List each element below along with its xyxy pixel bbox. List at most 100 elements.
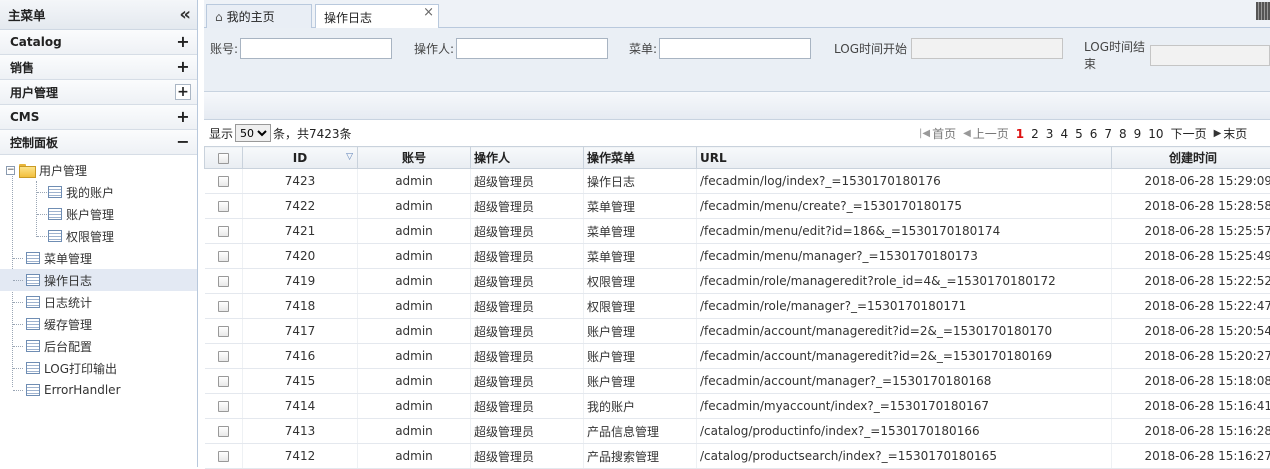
column-header-account[interactable]: 账号 [358,147,471,169]
grip-icon[interactable] [1256,2,1270,20]
column-header-id[interactable]: ID▽ [243,147,358,169]
column-header-created[interactable]: 创建时间 [1112,147,1270,169]
row-checkbox[interactable] [218,201,229,212]
column-header-operator[interactable]: 操作人 [471,147,584,169]
select-all-checkbox[interactable] [218,153,229,164]
account-input[interactable] [240,38,392,59]
row-checkbox[interactable] [218,251,229,262]
sort-desc-icon[interactable]: ▽ [346,152,353,162]
table-row[interactable]: 7419admin超级管理员权限管理/fecadmin/role/manager… [205,269,1270,294]
section-user-management[interactable]: 用户管理 + [0,80,197,105]
tree-item-label: LOG打印输出 [44,360,117,377]
page-icon [26,252,40,264]
page-size-select[interactable]: 50 [235,124,271,142]
cell-url: /fecadmin/account/manageredit?id=2&_=153… [697,319,1112,344]
log-end-input[interactable] [1150,45,1270,66]
row-checkbox[interactable] [218,401,229,412]
row-checkbox[interactable] [218,426,229,437]
section-cms[interactable]: CMS + [0,105,197,130]
section-control-panel[interactable]: 控制面板 − [0,130,197,155]
close-tab-icon[interactable]: × [423,5,434,20]
row-checkbox[interactable] [218,326,229,337]
tree-branch [37,192,47,193]
column-header-menu[interactable]: 操作菜单 [584,147,697,169]
tree-item-log-statistics[interactable]: 日志统计 [0,291,197,313]
tree-item-log-print[interactable]: LOG打印输出 [0,357,197,379]
expand-icon[interactable]: + [175,84,191,100]
table-row[interactable]: 7423admin超级管理员操作日志/fecadmin/log/index?_=… [205,169,1270,194]
tree-item-operation-log[interactable]: 操作日志 [0,269,197,291]
menu-input[interactable] [659,38,811,59]
page-icon [48,230,62,242]
row-checkbox[interactable] [218,276,229,287]
row-checkbox[interactable] [218,376,229,387]
expand-icon[interactable]: + [175,59,191,75]
tree-item-account-management[interactable]: 账户管理 [0,203,197,225]
page-link[interactable]: 8 [1119,127,1127,141]
tree-item-permission-management[interactable]: 权限管理 [0,225,197,247]
operator-input[interactable] [456,38,608,59]
column-label: URL [700,151,727,165]
page-link-current[interactable]: 1 [1016,127,1024,141]
section-label: Catalog [10,35,62,49]
table-row[interactable]: 7412admin超级管理员产品搜索管理/catalog/productsear… [205,444,1270,469]
next-page-icon[interactable]: ▶ [1214,128,1222,139]
row-checkbox[interactable] [218,176,229,187]
tree-item-error-handler[interactable]: ErrorHandler [0,379,197,401]
column-header-url[interactable]: URL [697,147,1112,169]
page-link[interactable]: 4 [1060,127,1068,141]
next-page-link[interactable]: 下一页 [1171,125,1207,142]
page-link[interactable]: 3 [1046,127,1054,141]
section-sales[interactable]: 销售 + [0,55,197,80]
tree-item-my-account[interactable]: 我的账户 [0,181,197,203]
row-checkbox[interactable] [218,451,229,462]
pager: 显示 50 条，共7423条 |◀ 首页 ◀ 上一页 1 2 3 4 5 6 7… [204,120,1270,146]
page-link[interactable]: 2 [1031,127,1039,141]
cell-account: admin [358,419,471,444]
tree-item-label: 账户管理 [66,206,114,223]
cell-operator: 超级管理员 [471,419,584,444]
page-link[interactable]: 5 [1075,127,1083,141]
table-row[interactable]: 7415admin超级管理员账户管理/fecadmin/account/mana… [205,369,1270,394]
table-row[interactable]: 7422admin超级管理员菜单管理/fecadmin/menu/create?… [205,194,1270,219]
prev-page-link[interactable]: 上一页 [973,125,1009,142]
log-start-input[interactable] [911,38,1063,59]
page-link[interactable]: 7 [1104,127,1112,141]
cell-id: 7422 [243,194,358,219]
menu-filter: 菜单: [629,38,811,59]
tree-item-menu-management[interactable]: 菜单管理 [0,247,197,269]
tree-item-label: 日志统计 [44,294,92,311]
fold-toggle-icon[interactable]: − [6,166,15,175]
first-page-icon[interactable]: |◀ [919,128,930,139]
section-catalog[interactable]: Catalog + [0,30,197,55]
tree-item-cache-management[interactable]: 缓存管理 [0,313,197,335]
table-row[interactable]: 7418admin超级管理员权限管理/fecadmin/role/manager… [205,294,1270,319]
row-checkbox[interactable] [218,351,229,362]
last-page-link[interactable]: 末页 [1223,125,1247,142]
page-link[interactable]: 9 [1134,127,1142,141]
table-row[interactable]: 7413admin超级管理员产品信息管理/catalog/productinfo… [205,419,1270,444]
collapse-icon[interactable]: − [175,134,191,150]
page-link[interactable]: 10 [1148,127,1163,141]
table-row[interactable]: 7420admin超级管理员菜单管理/fecadmin/menu/manager… [205,244,1270,269]
page-link[interactable]: 6 [1090,127,1098,141]
expand-icon[interactable]: + [175,109,191,125]
row-checkbox[interactable] [218,226,229,237]
tree-folder-user-management[interactable]: − 用户管理 [0,159,197,181]
table-row[interactable]: 7416admin超级管理员账户管理/fecadmin/account/mana… [205,344,1270,369]
tree-item-backend-config[interactable]: 后台配置 [0,335,197,357]
table-row[interactable]: 7417admin超级管理员账户管理/fecadmin/account/mana… [205,319,1270,344]
table-row[interactable]: 7421admin超级管理员菜单管理/fecadmin/menu/edit?id… [205,219,1270,244]
expand-icon[interactable]: + [175,34,191,50]
tab-operation-log[interactable]: 操作日志 × [315,4,439,29]
tab-home[interactable]: ⌂ 我的主页 [206,4,312,28]
show-label: 显示 [209,125,233,142]
prev-page-icon[interactable]: ◀ [963,128,971,139]
cell-id: 7412 [243,444,358,469]
first-page-link[interactable]: 首页 [932,125,956,142]
row-checkbox[interactable] [218,301,229,312]
row-select-cell [205,269,243,294]
page-icon [26,362,40,374]
collapse-sidebar-icon[interactable]: « [179,6,191,24]
table-row[interactable]: 7414admin超级管理员我的账户/fecadmin/myaccount/in… [205,394,1270,419]
